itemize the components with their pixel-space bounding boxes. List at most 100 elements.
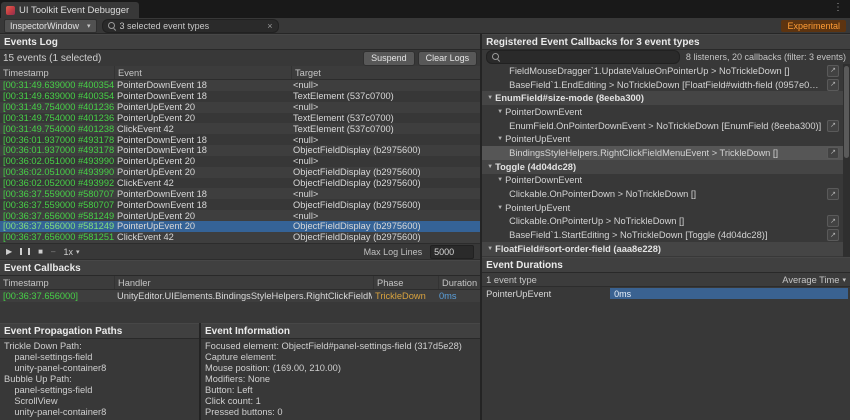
tree-row-callback[interactable]: EnumField.OnPointerDownEvent > NoTrickle… [482,119,843,133]
callback-duration: 0ms [436,291,480,301]
tab-label: UI Toolkit Event Debugger [19,5,129,16]
speed-dropdown[interactable]: 1x ▾ [63,247,79,257]
propagation-line: panel-settings-field [4,352,195,363]
column-timestamp[interactable]: Timestamp [0,66,115,79]
column-duration[interactable]: Duration [439,276,480,289]
column-phase[interactable]: Phase [374,276,439,289]
durations-sort-dropdown[interactable]: Average Time ▾ [782,275,846,285]
open-source-icon[interactable]: ↗ [827,188,839,200]
propagation-line: Trickle Down Path: [4,341,195,352]
log-cell-target: ObjectFieldDisplay (b2975600) [290,232,480,242]
column-target[interactable]: Target [292,66,480,79]
tree-row-group[interactable]: ▼PointerUpEvent [482,201,843,215]
tab-event-debugger[interactable]: UI Toolkit Event Debugger [1,2,139,18]
events-log-title: Events Log [0,34,480,50]
scrollbar-thumb[interactable] [844,66,849,158]
propagation-line: panel-settings-field [4,385,195,396]
log-cell-event: ClickEvent 42 [114,124,290,134]
log-row[interactable]: [00:31:49.754000 #401236]PointerUpEvent … [0,102,480,113]
duration-row[interactable]: PointerUpEvent 0ms [482,287,850,300]
log-row[interactable]: [00:36:02.052000 #493992]ClickEvent 42Ob… [0,178,480,189]
log-cell-target: <null> [290,135,480,145]
tree-row-label: PointerDownEvent [505,107,843,117]
open-source-icon[interactable]: ↗ [827,79,839,91]
event-callback-row[interactable]: [00:36:37.656000] UnityEditor.UIElements… [0,290,480,302]
open-source-icon[interactable]: ↗ [827,65,839,77]
log-row[interactable]: [00:31:49.754000 #401236]PointerUpEvent … [0,113,480,124]
tree-row-callback[interactable]: BaseField`1.EndEditing > NoTrickleDown [… [482,78,843,92]
pause-icon[interactable] [20,248,30,255]
tree-row-callback[interactable]: Clickable.OnPointerDown > NoTrickleDown … [482,187,843,201]
log-row[interactable]: [00:36:01.937000 #493178]PointerDownEven… [0,134,480,145]
foldout-open-icon[interactable]: ▼ [495,205,505,211]
tree-row-label: Clickable.OnPointerDown > NoTrickleDown … [509,189,823,199]
column-handler[interactable]: Handler [115,276,374,289]
log-row[interactable]: [00:31:49.754000 #401238]ClickEvent 42Te… [0,123,480,134]
tree-row-label: Clickable.OnPointerUp > NoTrickleDown [] [509,216,823,226]
tree-row-header[interactable]: ▼Toggle (4d04dc28) [482,160,843,174]
log-cell-event: PointerDownEvent 18 [114,80,290,90]
play-icon[interactable]: ▶ [6,248,12,256]
tree-row-header[interactable]: ▼EnumField#size-mode (8eeba300) [482,91,843,105]
max-log-lines-input[interactable]: 5000 [430,245,474,259]
tree-row-group[interactable]: ▼PointerDownEvent [482,174,843,188]
foldout-open-icon[interactable]: ▼ [495,177,505,183]
suspend-button[interactable]: Suspend [363,51,415,66]
log-row[interactable]: [00:36:37.559000 #580707]PointerDownEven… [0,188,480,199]
open-source-icon[interactable]: ↗ [827,215,839,227]
tree-row-header[interactable]: ▼FloatField#sort-order-field (aaa8e228) [482,242,843,256]
event-type-filter-value: 3 selected event types [120,21,264,31]
foldout-open-icon[interactable]: ▼ [495,109,505,115]
clear-logs-button[interactable]: Clear Logs [418,51,478,66]
column-timestamp[interactable]: Timestamp [0,276,115,289]
log-cell-timestamp: [00:31:49.754000 #401238] [0,124,114,134]
foldout-open-icon[interactable]: ▼ [485,246,495,252]
clear-filter-icon[interactable]: × [267,21,272,31]
tree-row-callback[interactable]: Clickable.OnPointerUp > NoTrickleDown []… [482,215,843,229]
log-row[interactable]: [00:36:37.656000 #581249]PointerUpEvent … [0,210,480,221]
open-source-icon[interactable]: ↗ [827,147,839,159]
log-row[interactable]: [00:31:49.639000 #400354]PointerDownEven… [0,91,480,102]
log-cell-event: PointerDownEvent 18 [114,189,290,199]
log-row[interactable]: [00:31:49.639000 #400354]PointerDownEven… [0,80,480,91]
foldout-open-icon[interactable]: ▼ [485,95,495,101]
log-cell-event: ClickEvent 42 [114,178,290,188]
tree-row-callback[interactable]: BaseField`1.StartEditing > NoTrickleDown… [482,228,843,242]
overflow-menu-icon[interactable]: ⋮ [833,2,843,13]
log-cell-target: <null> [290,102,480,112]
tree-row-label: PointerDownEvent [505,175,843,185]
open-source-icon[interactable]: ↗ [827,229,839,241]
log-row[interactable]: [00:36:37.559000 #580707]PointerDownEven… [0,199,480,210]
panel-picker-dropdown[interactable]: InspectorWindow ▾ [4,19,97,33]
separator-dash: – [51,247,55,256]
foldout-open-icon[interactable]: ▼ [495,136,505,142]
event-type-filter-input[interactable]: 3 selected event types × [102,19,279,33]
log-row[interactable]: [00:36:02.051000 #493990]PointerUpEvent … [0,156,480,167]
log-row[interactable]: [00:36:02.051000 #493990]PointerUpEvent … [0,167,480,178]
events-log-rows: [00:31:49.639000 #400354]PointerDownEven… [0,80,480,243]
search-icon [108,22,116,30]
tree-row-group[interactable]: ▼PointerUpEvent [482,132,843,146]
foldout-open-icon[interactable]: ▼ [485,164,495,170]
log-cell-timestamp: [00:36:01.937000 #493178] [0,135,114,145]
speed-value: 1x [63,247,73,257]
tree-row-callback[interactable]: FieldMouseDragger`1.UpdateValueOnPointer… [482,64,843,78]
log-cell-timestamp: [00:31:49.639000 #400354] [0,91,114,101]
tree-row-callback[interactable]: BindingsStyleHelpers.RightClickFieldMenu… [482,146,843,160]
column-event[interactable]: Event [115,66,292,79]
registered-callbacks-toolbar: 8 listeners, 20 callbacks (filter: 3 eve… [482,50,850,64]
event-info-line: Mouse position: (169.00, 210.00) [205,363,476,374]
log-row[interactable]: [00:36:37.656000 #581249]PointerUpEvent … [0,221,480,232]
tree-row-group[interactable]: ▼PointerDownEvent [482,105,843,119]
stop-icon[interactable]: ■ [38,248,43,256]
log-row[interactable]: [00:36:37.656000 #581251]ClickEvent 42Ob… [0,232,480,243]
open-source-icon[interactable]: ↗ [827,120,839,132]
log-row[interactable]: [00:36:01.937000 #493178]PointerDownEven… [0,145,480,156]
events-log-toolbar: 15 events (1 selected) Suspend Clear Log… [0,50,480,66]
callbacks-search-input[interactable] [486,50,680,64]
registered-callbacks-tree: FieldMouseDragger`1.UpdateValueOnPointer… [482,64,843,257]
registered-callbacks-treewrap: FieldMouseDragger`1.UpdateValueOnPointer… [482,64,850,257]
vertical-scrollbar[interactable] [843,64,850,257]
events-log-status: 15 events (1 selected) [3,53,360,64]
propagation-paths-panel: Event Propagation Paths Trickle Down Pat… [0,323,201,420]
